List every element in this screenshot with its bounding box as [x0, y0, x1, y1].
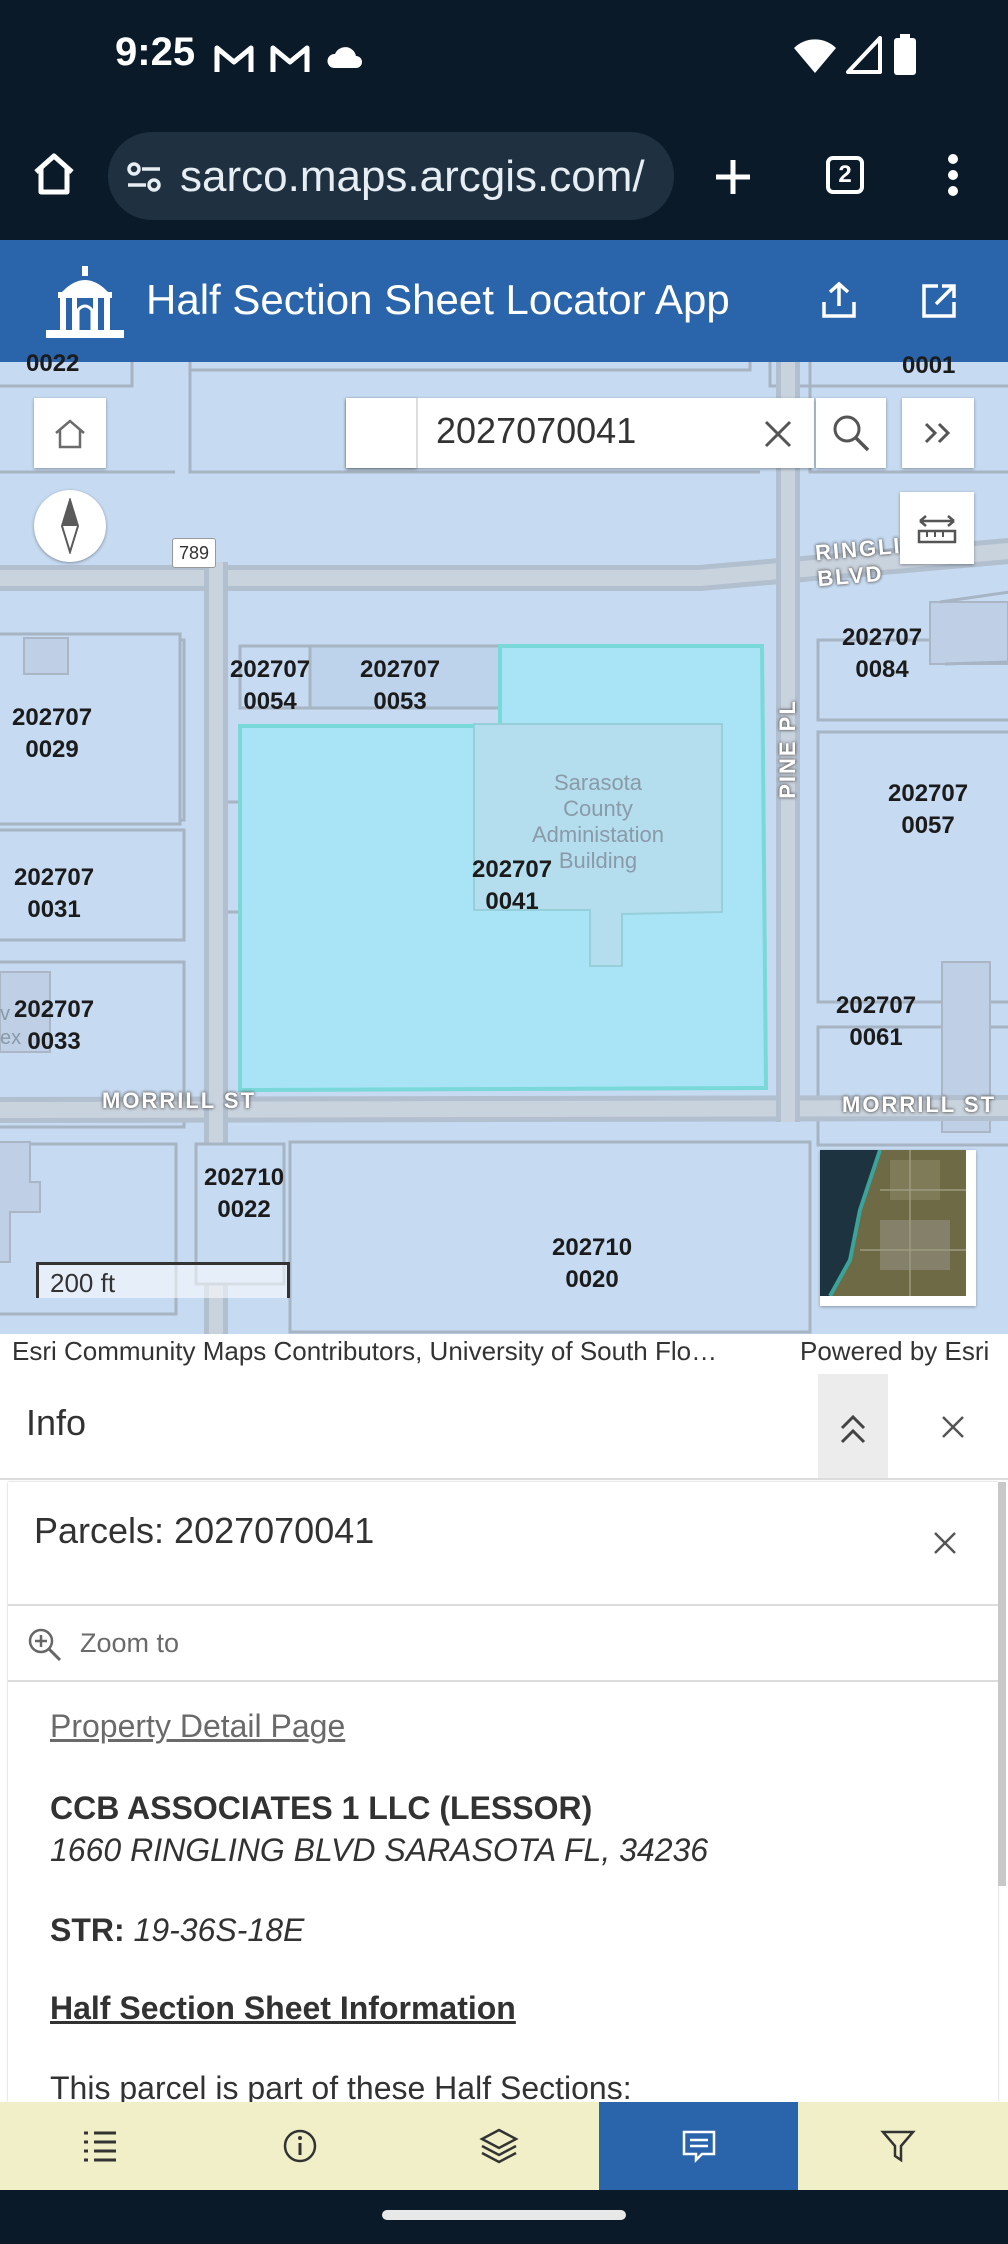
gmail-icon: [214, 45, 254, 72]
road-label-morrill: MORRILL ST: [842, 1092, 997, 1117]
chevron-double-right-icon: [924, 422, 951, 444]
attribution-text[interactable]: Esri Community Maps Contributors, Univer…: [12, 1336, 782, 1367]
site-settings-icon[interactable]: [126, 160, 162, 194]
close-icon[interactable]: [940, 1414, 966, 1440]
parcel-label-0057: 202707 0057: [888, 780, 969, 839]
parcel-label-710-0022: 202710 0022: [204, 1164, 285, 1223]
parcel-label-0029: 202707 0029: [12, 704, 93, 763]
search-input[interactable]: 2027070041: [436, 410, 636, 452]
road-label-pine: PINE PL: [774, 699, 800, 799]
cloud-icon: [327, 47, 362, 68]
home-gesture-pill[interactable]: [382, 2210, 626, 2220]
collapse-panel-button[interactable]: [818, 1374, 888, 1480]
wifi-icon: [794, 39, 836, 73]
list-icon: [83, 2131, 116, 2162]
measure-button[interactable]: [900, 492, 974, 564]
property-detail-link[interactable]: Property Detail Page: [50, 1708, 345, 1745]
parcel-label-0061: 202707 0061: [836, 992, 917, 1051]
compass-icon: [60, 498, 80, 554]
owner-name: CCB ASSOCIATES 1 LLC (LESSOR): [50, 1790, 593, 1826]
overview-map-image: [820, 1150, 966, 1296]
parcel-label-0084: 202707 0084: [842, 624, 923, 683]
gmail-icon: [270, 45, 310, 72]
county-logo: [46, 266, 124, 338]
share-icon[interactable]: [818, 280, 860, 322]
building-partial-label: v ex: [0, 1003, 22, 1049]
search-icon: [833, 415, 870, 452]
clear-icon[interactable]: [762, 418, 794, 450]
battery-icon: [894, 34, 916, 75]
legend-button[interactable]: [0, 2102, 199, 2190]
parcel-label-0033: 202707 0033: [14, 996, 95, 1055]
map-top-label: 0022: [26, 350, 80, 377]
launch-icon[interactable]: [918, 280, 960, 322]
str-line: STR: 19-36S-18E: [50, 1912, 305, 1948]
scale-label: 200 ft: [50, 1268, 116, 1298]
measure-icon: [917, 515, 957, 544]
info-icon: [283, 2129, 316, 2163]
home-icon: [55, 419, 85, 449]
half-section-heading[interactable]: Half Section Sheet Information: [50, 1990, 516, 2027]
compass-button[interactable]: [34, 490, 106, 562]
more-icon[interactable]: [946, 152, 960, 198]
powered-by-esri[interactable]: Powered by Esri: [800, 1336, 989, 1367]
owner-address: 1660 RINGLING BLVD SARASOTA FL, 34236: [50, 1832, 709, 1868]
app-title: Half Section Sheet Locator App: [146, 276, 730, 323]
layers-button[interactable]: [399, 2102, 598, 2190]
parcel-label-710-0020: 202710 0020: [552, 1234, 633, 1293]
search-button[interactable]: [816, 398, 886, 468]
zoom-to-button[interactable]: Zoom to: [80, 1628, 179, 1659]
parcel-label-0053: 202707 0053: [360, 656, 441, 715]
route-marker: 789: [172, 538, 216, 568]
signal-icon: [846, 36, 882, 74]
popup-icon: [682, 2130, 715, 2164]
filter-button[interactable]: [798, 2102, 997, 2190]
status-time: 9:25: [115, 30, 196, 74]
home-extent-button[interactable]: [34, 398, 106, 468]
info-panel-title: Info: [26, 1402, 87, 1443]
overview-map[interactable]: [820, 1150, 976, 1306]
building-label: Sarasota County Administation Building: [531, 770, 665, 873]
feature-title: Parcels: 2027070041: [34, 1510, 375, 1551]
url-text[interactable]: sarco.maps.arcgis.com/: [180, 152, 658, 202]
map-top-label: 0001: [902, 352, 956, 379]
filter-icon: [879, 2130, 916, 2163]
zoom-in-icon[interactable]: [26, 1626, 64, 1664]
close-icon[interactable]: [932, 1530, 958, 1556]
expand-toolbar-button[interactable]: [902, 398, 974, 468]
about-button[interactable]: [200, 2102, 399, 2190]
new-tab-icon[interactable]: [712, 156, 754, 198]
home-icon[interactable]: [30, 150, 78, 198]
panel-scrollbar[interactable]: [998, 1482, 1006, 1886]
popup-button[interactable]: [599, 2102, 798, 2190]
tabs-button[interactable]: 2: [826, 156, 864, 194]
layers-icon: [478, 2128, 519, 2164]
parcel-label-0031: 202707 0031: [14, 864, 95, 923]
chevron-double-up-icon: [840, 1414, 866, 1444]
road-label-morrill: MORRILL ST: [102, 1088, 257, 1113]
parcel-label-0054: 202707 0054: [230, 656, 311, 715]
